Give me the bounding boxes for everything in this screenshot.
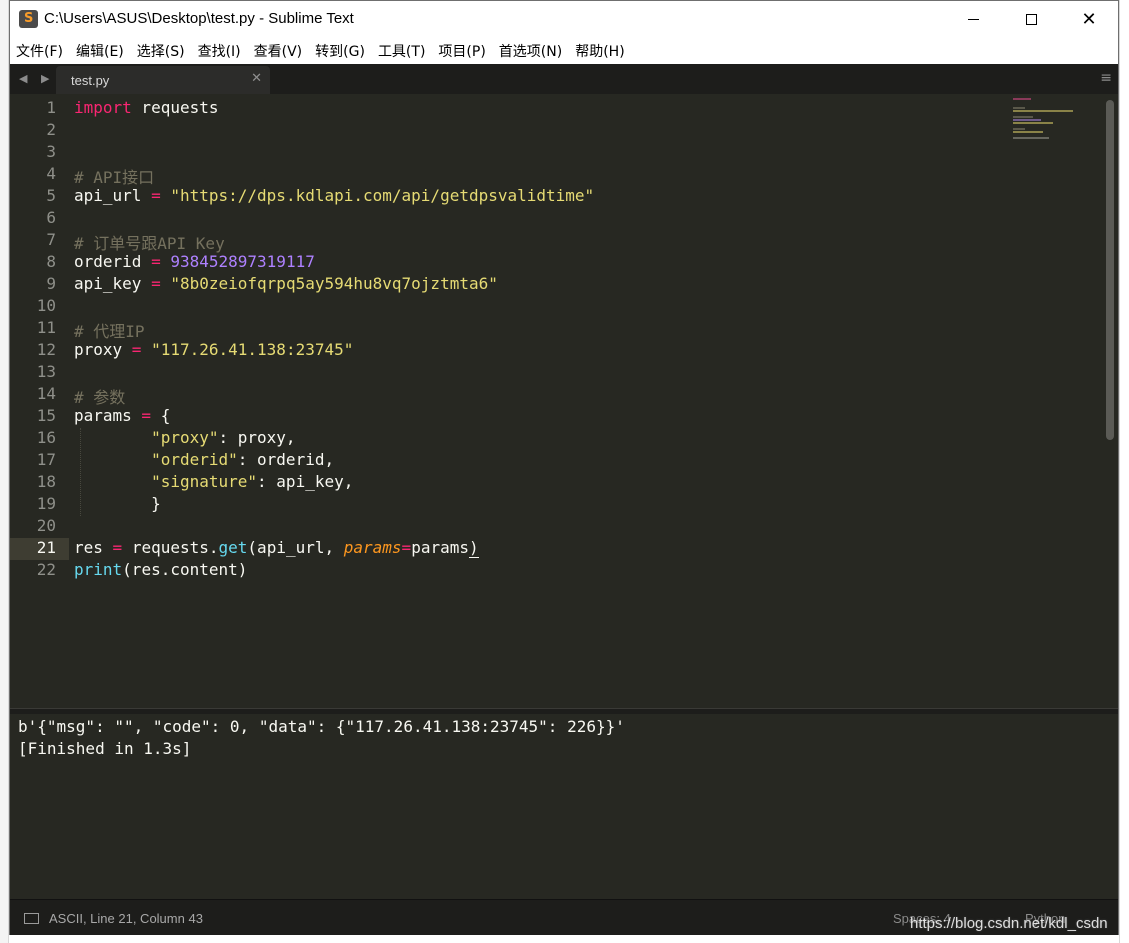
line-number: 10 [36, 296, 56, 315]
build-output-panel[interactable]: b'{"msg": "", "code": 0, "data": {"117.2… [10, 714, 1118, 899]
line-number: 19 [36, 494, 56, 513]
code-line-18: "signature": api_key, [151, 472, 354, 491]
line-number: 15 [36, 406, 56, 425]
line-number: 20 [36, 516, 56, 535]
code-content[interactable]: import requests # API接口 api_url = "https… [74, 98, 1004, 582]
close-icon: ✕ [1081, 8, 1097, 30]
line-number: 14 [36, 384, 56, 403]
line-number: 17 [36, 450, 56, 469]
line-number: 8 [46, 252, 56, 271]
code-line-21: res = requests.get(api_url, params=param… [74, 538, 479, 558]
line-number: 2 [46, 120, 56, 139]
line-number-gutter: 1 2 3 4 5 6 7 8 9 10 11 12 13 14 15 16 17 18 19 20 21 22 [10, 98, 56, 582]
line-number: 7 [46, 230, 56, 249]
menu-file[interactable]: 文件(F) [16, 41, 63, 61]
sublime-app-icon [19, 10, 38, 28]
menu-bar: 文件(F) 编辑(E) 选择(S) 查找(I) 查看(V) 转到(G) 工具(T… [10, 37, 1118, 64]
tab-nav-arrows-icon[interactable]: ◀ ▶ [19, 72, 54, 85]
tab-label: test.py [71, 73, 110, 88]
line-number: 11 [36, 318, 56, 337]
minimize-button[interactable] [944, 1, 1002, 37]
code-line-15: params = { [74, 406, 171, 425]
background-window-right [1119, 0, 1129, 943]
code-line-12: proxy = "117.26.41.138:23745" [74, 340, 354, 359]
output-line-result: b'{"msg": "", "code": 0, "data": {"117.2… [18, 717, 625, 736]
menu-tools[interactable]: 工具(T) [378, 41, 425, 61]
close-button[interactable]: ✕ [1060, 1, 1118, 37]
menu-view[interactable]: 查看(V) [254, 41, 303, 61]
minimap[interactable] [1013, 98, 1097, 144]
menu-help[interactable]: 帮助(H) [575, 41, 624, 61]
status-cursor-position: ASCII, Line 21, Column 43 [49, 911, 203, 926]
code-line-4: # API接口 [74, 168, 155, 187]
code-line-7: # 订单号跟API Key [74, 234, 225, 253]
tab-test-py[interactable]: test.py ✕ [56, 66, 270, 94]
code-line-22: print(res.content) [74, 560, 248, 579]
tab-close-icon[interactable]: ✕ [251, 71, 262, 86]
code-line-5: api_url = "https://dps.kdlapi.com/api/ge… [74, 186, 595, 205]
editor-scrollbar[interactable] [1106, 100, 1114, 440]
menu-find[interactable]: 查找(I) [198, 41, 241, 61]
menu-selection[interactable]: 选择(S) [137, 41, 185, 61]
line-number: 13 [36, 362, 56, 381]
title-bar[interactable]: C:\Users\ASUS\Desktop\test.py - Sublime … [10, 1, 1118, 37]
panel-toggle-icon[interactable] [24, 913, 39, 924]
line-number: 22 [36, 560, 56, 579]
line-number: 21 [36, 538, 56, 557]
line-number: 5 [46, 186, 56, 205]
output-line-finished: [Finished in 1.3s] [18, 739, 192, 758]
line-number: 6 [46, 208, 56, 227]
line-number: 3 [46, 142, 56, 161]
tab-menu-icon[interactable]: ≡ [1100, 70, 1112, 86]
menu-project[interactable]: 项目(P) [438, 41, 485, 61]
background-window-left [0, 0, 9, 943]
code-line-9: api_key = "8b0zeiofqrpq5ay594hu8vq7ojztm… [74, 274, 498, 293]
menu-edit[interactable]: 编辑(E) [76, 41, 124, 61]
line-number: 16 [36, 428, 56, 447]
code-line-14: # 参数 [74, 388, 126, 407]
line-number: 12 [36, 340, 56, 359]
sublime-window: C:\Users\ASUS\Desktop\test.py - Sublime … [9, 0, 1119, 935]
code-line-11: # 代理IP [74, 322, 145, 341]
minimize-icon [967, 18, 979, 20]
maximize-icon [1025, 13, 1037, 25]
line-number: 9 [46, 274, 56, 293]
code-line-16: "proxy": proxy, [151, 428, 296, 447]
code-editor[interactable]: 1 2 3 4 5 6 7 8 9 10 11 12 13 14 15 16 17 18 19 20 21 22 impo… [10, 94, 1118, 708]
watermark-text: https://blog.csdn.net/kdl_csdn [910, 915, 1108, 932]
line-number: 4 [46, 164, 56, 183]
maximize-button[interactable] [1002, 1, 1060, 37]
code-line-19: } [151, 494, 161, 513]
line-number: 1 [46, 98, 56, 117]
menu-goto[interactable]: 转到(G) [315, 41, 365, 61]
tab-bar: ◀ ▶ test.py ✕ ≡ [10, 64, 1118, 94]
window-title: C:\Users\ASUS\Desktop\test.py - Sublime … [44, 10, 354, 27]
code-line-1: import requests [74, 98, 219, 117]
line-number: 18 [36, 472, 56, 491]
menu-preferences[interactable]: 首选项(N) [499, 41, 562, 61]
code-line-17: "orderid": orderid, [151, 450, 335, 469]
code-line-8: orderid = 938452897319117 [74, 252, 315, 271]
